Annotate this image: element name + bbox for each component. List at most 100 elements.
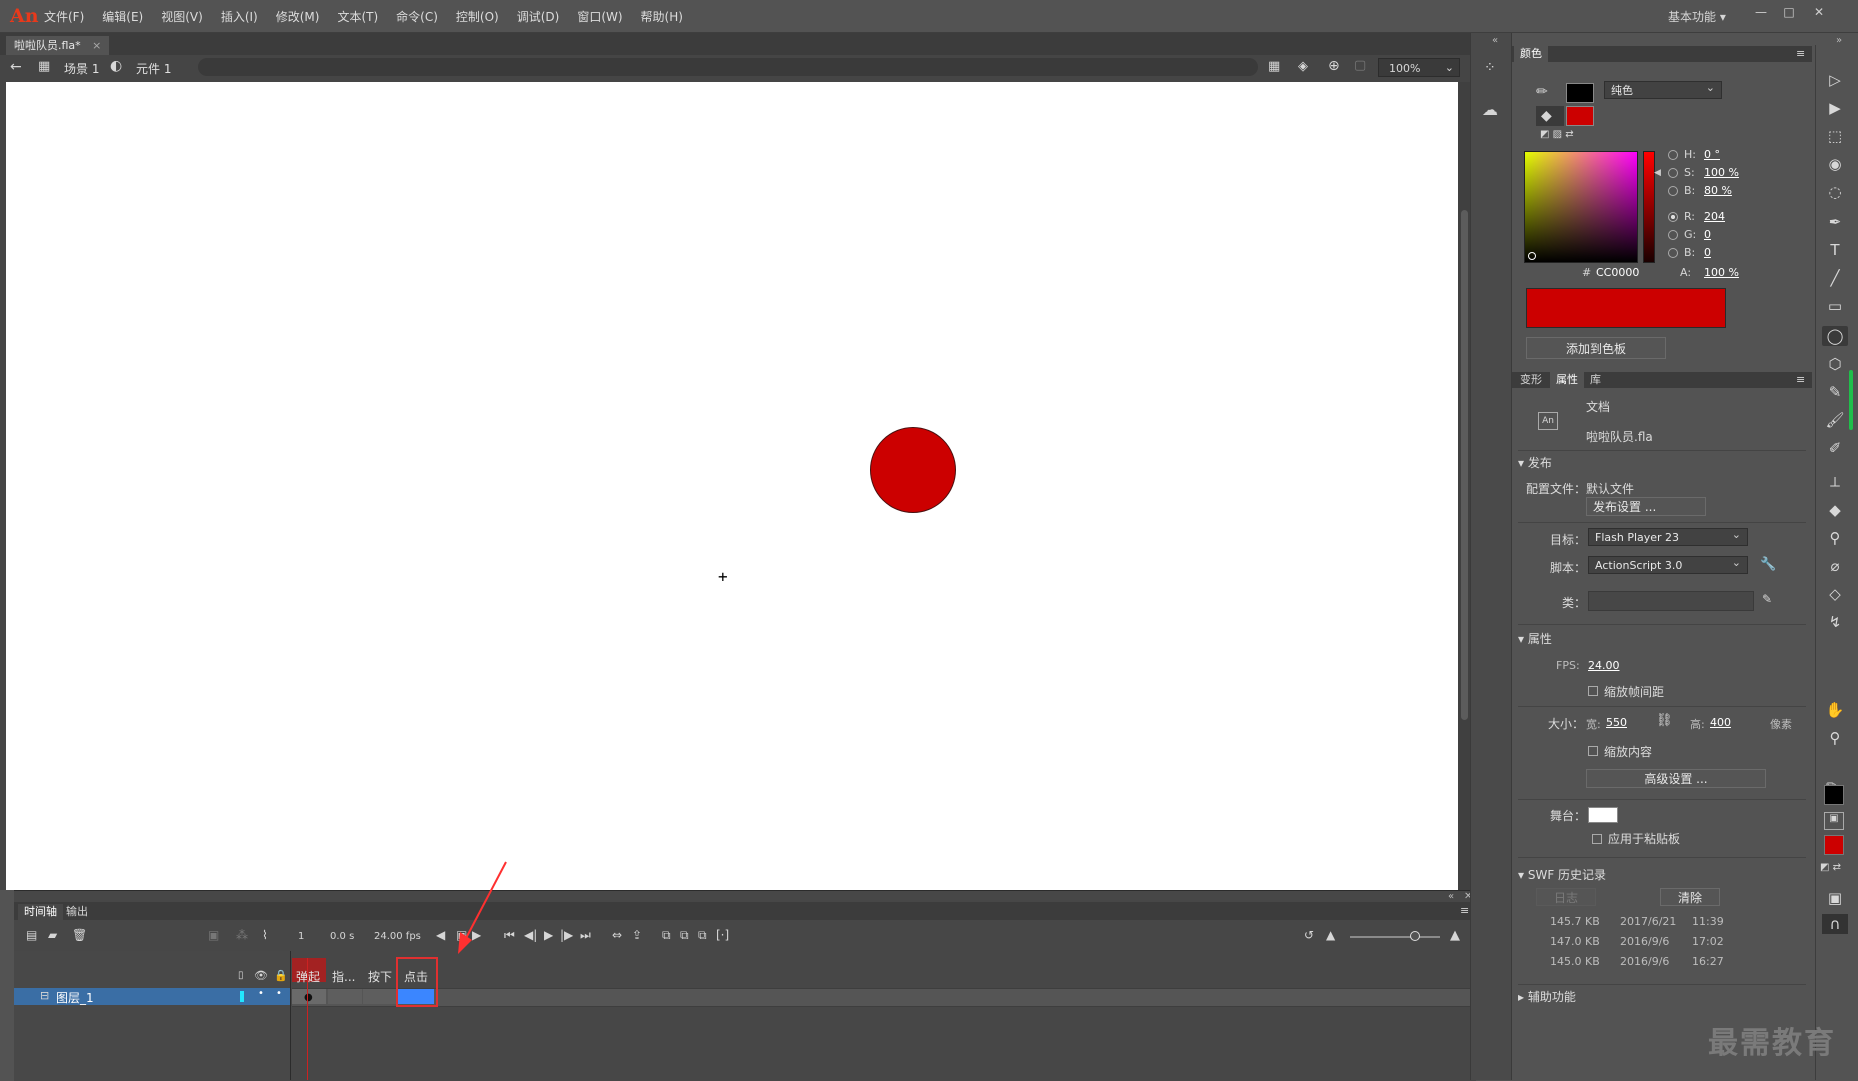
line-tool-icon[interactable]: ╱	[1822, 268, 1848, 288]
polystar-tool-icon[interactable]: ⬡	[1822, 354, 1848, 374]
last-frame-icon[interactable]: ⏭	[580, 928, 591, 943]
visibility-dot[interactable]: •	[258, 988, 264, 999]
accessibility-section-header[interactable]: ▸ 辅助功能	[1518, 988, 1576, 1005]
expand-icon[interactable]: «	[1492, 35, 1498, 46]
clear-button[interactable]: 清除	[1660, 888, 1720, 906]
panel-menu-icon[interactable]: ≡	[1796, 373, 1805, 386]
brush-tool-icon[interactable]: ✐	[1822, 438, 1848, 458]
hand-tool-icon[interactable]: ✋	[1822, 700, 1848, 720]
value-g[interactable]: 0	[1704, 228, 1711, 241]
scale-spacing-checkbox[interactable]	[1588, 686, 1598, 696]
eraser-tool-icon[interactable]: ◇	[1822, 584, 1848, 604]
lock-dot[interactable]: •	[276, 988, 282, 999]
selection-tool-icon[interactable]: ▷	[1822, 70, 1848, 90]
clapper-icon[interactable]: ▦	[1268, 59, 1280, 74]
bone-tool-icon[interactable]: ⟂	[1822, 472, 1848, 492]
menu-text[interactable]: 文本(T)	[337, 8, 378, 25]
new-folder-icon[interactable]: ▰	[48, 928, 57, 942]
alpha-value[interactable]: 100 %	[1704, 266, 1739, 279]
fps-value[interactable]: 24.00	[1588, 659, 1620, 672]
close-tab-icon[interactable]: ×	[92, 39, 101, 52]
vertical-scroll-thumb[interactable]	[1461, 210, 1468, 720]
object-drawing-icon[interactable]: ▣	[1824, 812, 1844, 830]
add-to-swatches-button[interactable]: 添加到色板	[1526, 337, 1666, 359]
collapse-icon[interactable]: «	[1448, 891, 1454, 902]
tools-scrollbar[interactable]	[1849, 370, 1853, 430]
menu-commands[interactable]: 命令(C)	[396, 8, 438, 25]
script-select[interactable]: ActionScript 3.0	[1588, 554, 1748, 574]
workspace-switcher[interactable]: 基本功能 ▾	[1668, 8, 1726, 25]
back-arrow-icon[interactable]: ←	[10, 59, 22, 75]
breadcrumb-symbol[interactable]: 元件 1	[136, 60, 171, 77]
edit-multiple-frames-icon[interactable]: ⧉	[698, 928, 707, 943]
assets-icon[interactable]: ⁘	[1484, 60, 1496, 76]
value-blue[interactable]: 0	[1704, 246, 1711, 259]
tab-output[interactable]: 输出	[60, 904, 94, 920]
class-input[interactable]	[1588, 591, 1754, 611]
color-spectrum[interactable]	[1524, 151, 1638, 263]
undo-icon[interactable]: ↺	[1304, 928, 1314, 942]
edit-symbols-icon[interactable]: ◈	[1298, 59, 1308, 74]
radio-blue[interactable]	[1668, 248, 1678, 258]
swap-colors-icon[interactable]: ◩ ⇄	[1820, 862, 1841, 873]
eyedropper-tool-icon[interactable]: ⌀	[1822, 556, 1848, 576]
maximize-button[interactable]: □	[1778, 5, 1800, 23]
tab-color[interactable]: 颜色	[1514, 46, 1548, 62]
clip-icon[interactable]: ▢	[1354, 58, 1366, 73]
zoom-out-icon[interactable]: ▲	[1326, 928, 1335, 942]
loop-icon[interactable]: ⇔	[612, 928, 622, 942]
document-tab[interactable]: 啦啦队员.fla* ×	[6, 36, 110, 55]
value-b[interactable]: 80 %	[1704, 184, 1732, 197]
onion-markers-icon[interactable]: [·]	[716, 928, 729, 942]
close-window-button[interactable]: ✕	[1808, 5, 1830, 23]
apply-pasteboard-checkbox[interactable]	[1592, 834, 1602, 844]
frame-label-up[interactable]: 弹起	[296, 968, 320, 985]
height-value[interactable]: 400	[1710, 716, 1731, 729]
pen-tool-icon[interactable]: ✒	[1822, 212, 1848, 232]
tool-fill-swatch[interactable]	[1824, 835, 1844, 855]
delete-icon[interactable]: 🗑	[72, 928, 87, 942]
paint-bucket-tool-icon[interactable]: ◆	[1822, 500, 1848, 520]
frame-rate[interactable]: 24.00 fps	[374, 931, 421, 942]
menu-insert[interactable]: 插入(I)	[221, 8, 258, 25]
zoom-tool-icon[interactable]: ⚲	[1822, 728, 1848, 748]
layer-depth-icon[interactable]: ⁂	[236, 928, 248, 942]
menu-debug[interactable]: 调试(D)	[517, 8, 560, 25]
log-button[interactable]: 日志	[1536, 888, 1596, 906]
layer-row[interactable]: ⊟ 图层_1 • •	[14, 988, 290, 1005]
fill-color-swatch[interactable]	[1566, 106, 1594, 126]
graph-icon[interactable]: ⌇	[262, 928, 268, 942]
advanced-settings-button[interactable]: 高级设置 ...	[1586, 769, 1766, 788]
swf-history-section-header[interactable]: ▾ SWF 历史记录	[1518, 866, 1606, 883]
play-icon[interactable]: ▶	[544, 928, 553, 942]
width-tool-icon[interactable]: ↯	[1822, 612, 1848, 632]
onion-outline-icon[interactable]: ⧉	[680, 928, 689, 943]
hex-value[interactable]: CC0000	[1596, 266, 1639, 279]
menu-file[interactable]: 文件(F)	[44, 8, 84, 25]
ink-bottle-tool-icon[interactable]: ⚲	[1822, 528, 1848, 548]
camera-icon[interactable]: ▣	[208, 928, 219, 942]
radio-g[interactable]	[1668, 230, 1678, 240]
step-forward-icon[interactable]: |▶	[560, 928, 573, 942]
menu-edit[interactable]: 编辑(E)	[102, 8, 143, 25]
value-r[interactable]: 204	[1704, 210, 1725, 223]
subselection-tool-icon[interactable]: ▶	[1822, 98, 1848, 118]
lock-icon[interactable]: 🔒	[274, 969, 288, 982]
paint-bucket-icon[interactable]: ◆	[1541, 108, 1552, 124]
menu-view[interactable]: 视图(V)	[161, 8, 203, 25]
link-icon[interactable]: ⛓	[1656, 713, 1673, 728]
keyframe-down[interactable]	[363, 989, 397, 1004]
text-tool-icon[interactable]: T	[1822, 240, 1848, 260]
menu-control[interactable]: 控制(O)	[456, 8, 499, 25]
tab-properties[interactable]: 属性	[1550, 372, 1584, 388]
eye-icon[interactable]: 👁	[254, 969, 268, 982]
fill-type-select[interactable]: 纯色	[1604, 79, 1722, 99]
stage[interactable]	[6, 82, 1458, 890]
scale-content-checkbox[interactable]	[1588, 746, 1598, 756]
zoom-select[interactable]: 100% ⌄	[1378, 58, 1460, 77]
lasso-tool-icon[interactable]: ◌	[1822, 182, 1848, 202]
center-frame-icon[interactable]: ⇪	[632, 928, 642, 942]
free-transform-tool-icon[interactable]: ⬚	[1822, 126, 1848, 146]
step-back-icon[interactable]: ◀|	[524, 928, 537, 942]
frame-label-over[interactable]: 指...	[332, 968, 355, 985]
